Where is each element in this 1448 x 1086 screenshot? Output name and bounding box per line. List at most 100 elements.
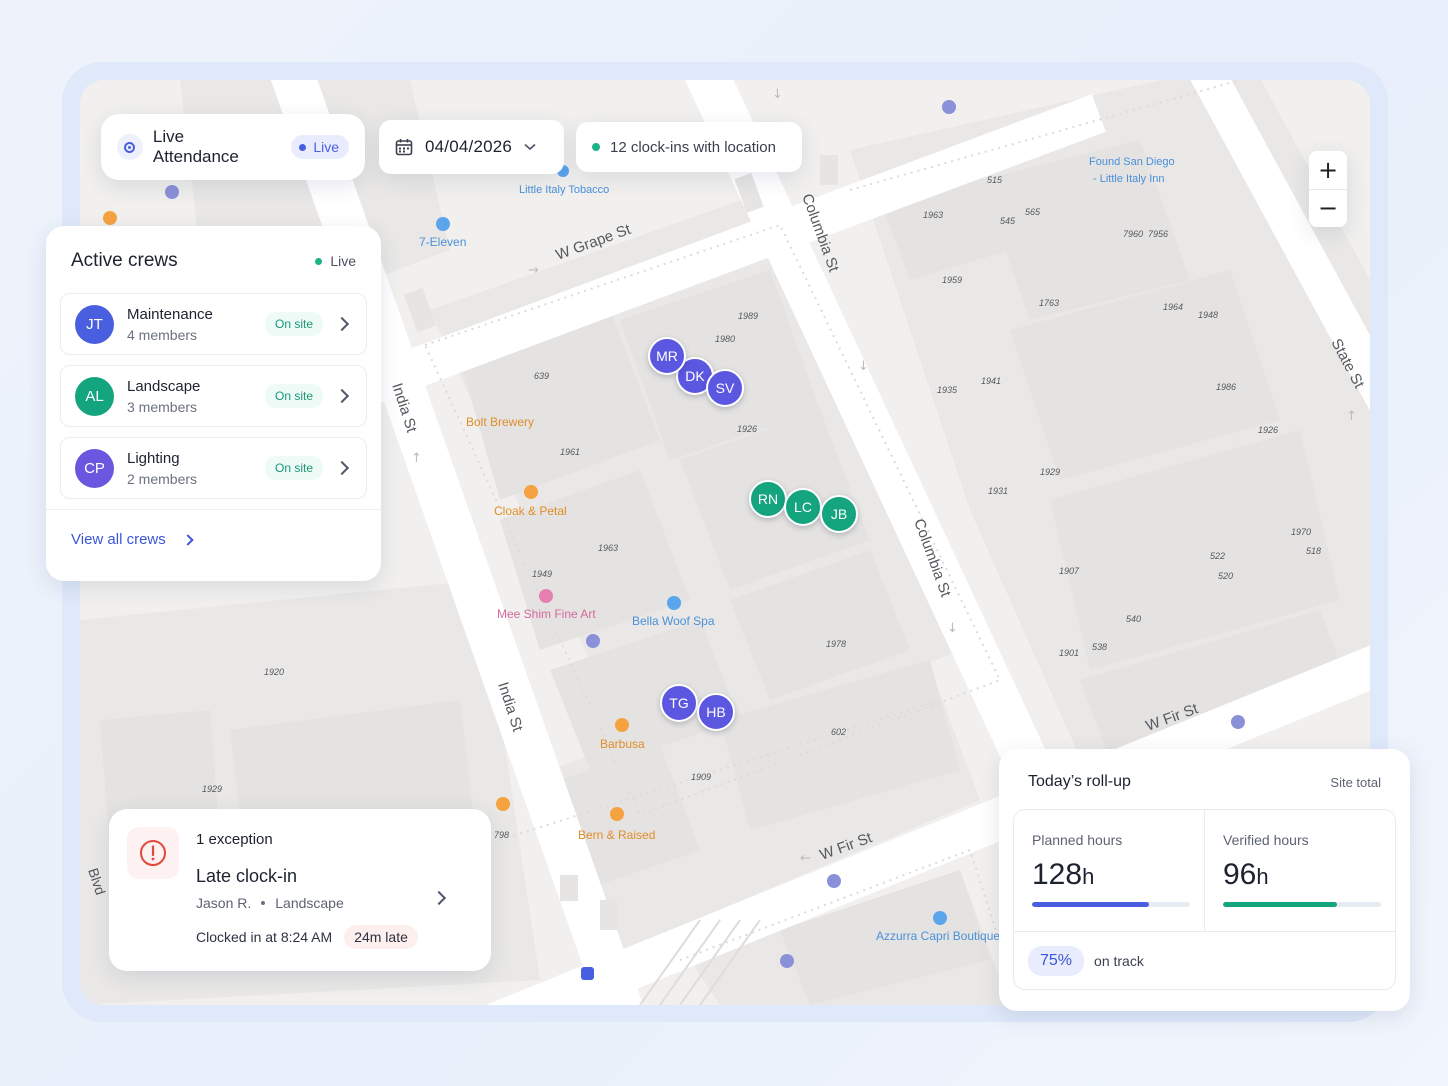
crew-item-lighting[interactable]: CP Lighting 2 members On site xyxy=(60,437,367,499)
exception-count: 1 exception xyxy=(196,831,273,848)
svg-text:1926: 1926 xyxy=(1258,425,1278,435)
live-radio-icon xyxy=(117,134,143,160)
svg-text:1948: 1948 xyxy=(1198,310,1218,320)
svg-text:Azzurra Capri Boutique: Azzurra Capri Boutique xyxy=(876,929,1000,943)
verified-hours-bar xyxy=(1223,902,1381,907)
svg-text:520: 520 xyxy=(1218,571,1233,581)
crews-title: Active crews xyxy=(71,250,178,271)
svg-text:1949: 1949 xyxy=(532,569,552,579)
live-dot-icon xyxy=(315,257,323,265)
svg-text:1963: 1963 xyxy=(923,210,943,220)
svg-text:1959: 1959 xyxy=(942,275,962,285)
crews-live-label: Live xyxy=(330,253,356,269)
date-picker[interactable]: 04/04/2026 xyxy=(379,120,564,174)
svg-text:522: 522 xyxy=(1210,551,1225,561)
map-pin[interactable]: LC xyxy=(784,488,822,526)
planned-hours-label: Planned hours xyxy=(1032,832,1123,848)
svg-text:1935: 1935 xyxy=(937,385,958,395)
svg-text:1929: 1929 xyxy=(1040,467,1060,477)
svg-text:1907: 1907 xyxy=(1059,566,1080,576)
svg-text:1926: 1926 xyxy=(737,424,757,434)
status-badge: On site xyxy=(264,456,323,480)
map-pin[interactable]: TG xyxy=(660,684,698,722)
svg-text:639: 639 xyxy=(534,371,549,381)
alert-icon xyxy=(140,840,166,866)
chevron-right-icon xyxy=(334,316,350,332)
svg-text:1763: 1763 xyxy=(1039,298,1059,308)
svg-text:1978: 1978 xyxy=(826,639,846,649)
svg-text:Mee Shim Fine Art: Mee Shim Fine Art xyxy=(497,607,596,621)
chevron-right-icon xyxy=(182,533,194,546)
chevron-down-icon xyxy=(524,143,536,151)
chevron-right-icon xyxy=(334,460,350,476)
alert-icon-container xyxy=(127,827,179,879)
svg-text:515: 515 xyxy=(987,175,1003,185)
svg-text:Cloak & Petal: Cloak & Petal xyxy=(494,504,567,518)
rollup-card: Today’s roll-up Site total Planned hours… xyxy=(999,749,1410,1011)
crew-name: Maintenance xyxy=(127,305,213,323)
crew-members: 3 members xyxy=(127,398,198,415)
view-all-label: View all crews xyxy=(71,531,166,548)
svg-text:798: 798 xyxy=(494,830,509,840)
exception-clocked-time: Clocked in at 8:24 AM xyxy=(196,929,333,945)
view-all-crews-link[interactable]: View all crews xyxy=(60,510,367,548)
svg-text:↓: ↓ xyxy=(947,621,958,636)
svg-text:Barbusa: Barbusa xyxy=(600,737,645,751)
verified-hours-fill xyxy=(1223,902,1337,907)
clockins-label: 12 clock-ins with location xyxy=(610,138,776,156)
zoom-out-button[interactable]: − xyxy=(1309,188,1347,227)
svg-text:1970: 1970 xyxy=(1291,527,1311,537)
svg-text:Bolt Brewery: Bolt Brewery xyxy=(466,415,534,429)
status-label: on track xyxy=(1094,953,1144,969)
planned-hours-bar xyxy=(1032,902,1190,907)
svg-text:→: → xyxy=(528,263,539,278)
avatar: CP xyxy=(75,448,114,488)
svg-text:↓: ↓ xyxy=(858,359,869,374)
verified-hours-label: Verified hours xyxy=(1223,832,1309,848)
map-pin[interactable]: HB xyxy=(697,693,735,731)
status-badge: On site xyxy=(264,384,323,408)
exception-crew: Landscape xyxy=(275,895,344,911)
zoom-controls: + − xyxy=(1309,151,1347,227)
svg-text:1931: 1931 xyxy=(988,486,1008,496)
exception-person: Jason R. xyxy=(196,895,252,911)
live-attendance-header: Live Attendance Live xyxy=(101,114,365,180)
svg-text:1963: 1963 xyxy=(598,543,618,553)
svg-text:545: 545 xyxy=(1000,216,1016,226)
svg-text:Bern & Raised: Bern & Raised xyxy=(578,828,655,842)
svg-text:1964: 1964 xyxy=(1163,302,1183,312)
separator-dot-icon xyxy=(261,901,266,905)
chevron-right-icon xyxy=(334,388,350,404)
svg-text:Little Italy Tobacco: Little Italy Tobacco xyxy=(519,184,609,196)
svg-text:1901: 1901 xyxy=(1059,648,1079,658)
live-badge-label: Live xyxy=(313,139,339,155)
planned-hours-value: 128 xyxy=(1032,858,1083,891)
crew-item-landscape[interactable]: AL Landscape 3 members On site xyxy=(60,365,367,427)
map-pin[interactable]: MR xyxy=(648,337,686,375)
crew-name: Landscape xyxy=(127,377,201,395)
avatar: JT xyxy=(75,304,114,344)
crew-item-maintenance[interactable]: JT Maintenance 4 members On site xyxy=(60,293,367,355)
planned-hours-fill xyxy=(1032,902,1149,907)
svg-text:602: 602 xyxy=(831,727,846,737)
map-pin[interactable]: RN xyxy=(749,480,787,518)
exception-card[interactable]: 1 exception Late clock-in Jason R. Lands… xyxy=(109,809,491,971)
active-crews-panel: Active crews Live JT Maintenance 4 membe… xyxy=(46,226,381,581)
svg-text:7-Eleven: 7-Eleven xyxy=(419,235,466,249)
svg-text:518: 518 xyxy=(1306,546,1321,556)
status-badge: On site xyxy=(264,312,323,336)
crews-live-indicator: Live xyxy=(315,253,356,269)
rollup-scope: Site total xyxy=(1330,774,1381,790)
svg-text:1941: 1941 xyxy=(981,376,1001,386)
zoom-in-button[interactable]: + xyxy=(1309,151,1347,189)
svg-text:1986: 1986 xyxy=(1216,382,1236,392)
map-pin[interactable]: SV xyxy=(706,369,744,407)
clockins-status: 12 clock-ins with location xyxy=(576,122,802,172)
planned-hours-unit: h xyxy=(1082,864,1095,889)
svg-text:1929: 1929 xyxy=(202,784,222,794)
map-pin[interactable]: JB xyxy=(820,495,858,533)
svg-text:565: 565 xyxy=(1025,207,1041,217)
svg-text:1961: 1961 xyxy=(560,447,580,457)
verified-hours-unit: h xyxy=(1256,864,1269,889)
crew-members: 4 members xyxy=(127,326,198,343)
